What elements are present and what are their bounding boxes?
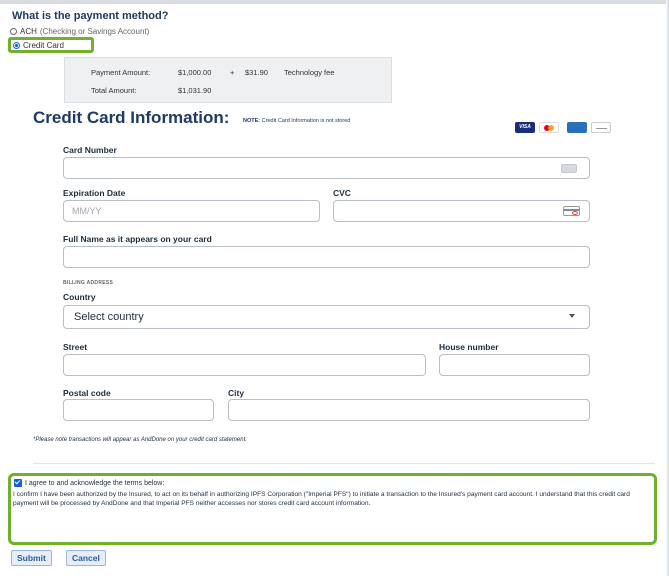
cvc-label: CVC [333,188,351,198]
total-amount-value: $1,031.90 [178,86,212,95]
street-label: Street [63,342,88,352]
payment-amount-label: Payment Amount: [91,68,151,77]
statement-disclaimer: *Please note transactions will appear as… [33,437,247,443]
credit-card-note: NOTE: Credit Card Information is not sto… [243,118,350,124]
cancel-button[interactable]: Cancel [66,550,106,566]
credit-card-title: Credit Card Information: [33,108,230,127]
house-number-label: House number [439,342,499,352]
note-text: Credit Card Information is not stored [261,118,351,124]
total-amount-label: Total Amount: [91,86,137,95]
agree-checkbox[interactable] [14,479,22,487]
credit-card-radio[interactable] [13,42,20,49]
credit-card-label[interactable]: Credit Card [23,41,64,50]
street-input[interactable] [63,354,426,376]
top-bar [0,0,669,4]
card-number-input[interactable] [63,157,590,179]
discover-logo-icon [591,122,611,133]
payment-amount-value: $1,000.00 [178,68,212,77]
fee-amount: $31.90 [245,68,268,77]
section-divider [33,463,655,464]
card-placeholder-icon [561,164,577,173]
billing-address-heading: BILLING ADDRESS [63,280,114,286]
payment-summary-box: Payment Amount: $1,000.00 + $31.90 Techn… [64,57,392,103]
city-label: City [228,388,245,398]
agree-label[interactable]: I agree to and acknowledge the terms bel… [25,480,164,487]
plus-sign: + [230,68,235,77]
payment-method-question: What is the payment method? [12,10,169,22]
ach-option[interactable]: ACH (Checking or Savings Account) [10,27,149,36]
mastercard-logo-icon [539,122,559,133]
visa-logo-icon: VISA [515,122,535,133]
expiration-date-input[interactable]: MM/YY [63,200,320,222]
full-name-label: Full Name as it appears on your card [63,234,212,244]
credit-card-option[interactable]: Credit Card [13,41,64,50]
country-select[interactable]: Select country [63,305,590,329]
postal-code-input[interactable] [63,399,214,421]
ach-label[interactable]: ACH [20,27,37,36]
note-prefix: NOTE: [243,118,261,124]
postal-code-label: Postal code [63,388,111,398]
agree-terms-option[interactable]: I agree to and acknowledge the terms bel… [14,479,164,487]
expiration-date-label: Expiration Date [63,188,126,198]
card-brand-logos: VISA [515,122,611,133]
card-number-label: Card Number [63,145,117,155]
city-input[interactable] [228,399,590,421]
house-number-input[interactable] [439,354,590,376]
country-select-value: Select country [74,311,144,323]
ach-radio[interactable] [10,28,17,35]
cvc-card-icon [563,206,580,216]
amex-logo-icon [567,122,587,133]
fee-label: Technology fee [284,68,335,77]
full-name-input[interactable] [63,246,590,268]
submit-button[interactable]: Submit [11,550,52,566]
country-label: Country [63,292,96,302]
ach-sublabel: (Checking or Savings Account) [39,27,150,36]
cvc-input[interactable] [333,200,590,222]
terms-text: I confirm I have been authorized by the … [13,491,630,507]
chevron-down-icon [569,314,575,318]
